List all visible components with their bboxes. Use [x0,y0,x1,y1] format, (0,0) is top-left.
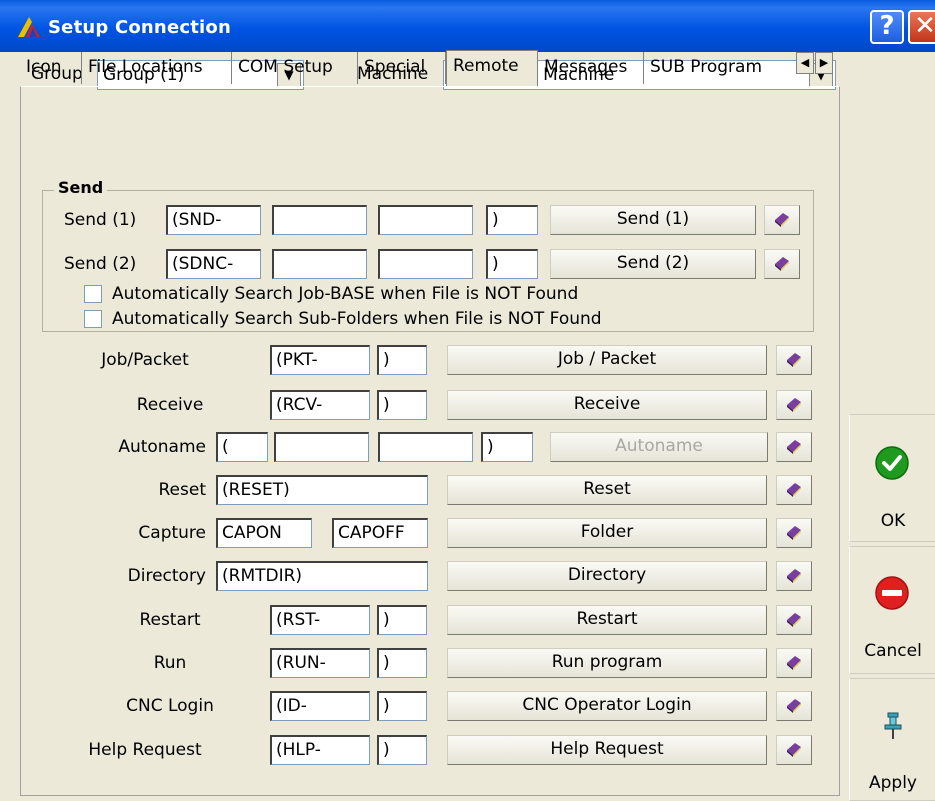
stop-icon [875,576,909,610]
book-icon[interactable] [776,605,812,635]
tab-special[interactable]: Special [358,52,446,84]
run-program-button[interactable]: Run program [447,648,767,678]
help-request-button[interactable]: Help Request [447,735,767,765]
send1-field-3[interactable] [378,205,473,235]
search-job-base-checkbox[interactable] [84,285,102,303]
receive-label: Receive [136,395,204,415]
ok-button[interactable]: OK [849,414,935,542]
book-icon[interactable] [776,432,812,462]
job-packet-field-2[interactable]: ) [377,345,427,375]
run-label: Run [153,653,187,673]
book-icon[interactable] [764,205,800,235]
restart-field-1[interactable]: (RST- [270,605,370,635]
tab-icon[interactable]: Icon [20,52,82,84]
directory-button[interactable]: Directory [447,561,767,591]
tab-file-locations[interactable]: File Locations [82,52,232,84]
capture-off-field[interactable]: CAPOFF [332,518,428,548]
cnc-operator-login-button[interactable]: CNC Operator Login [447,691,767,721]
window-title: Setup Connection [48,17,231,38]
book-icon[interactable] [776,648,812,678]
search-subfolders-checkbox[interactable] [84,310,102,328]
send1-field-2[interactable] [272,205,367,235]
restart-field-2[interactable]: ) [377,605,427,635]
directory-label: Directory [127,566,206,586]
pin-icon [884,712,902,739]
tab-scroll-left-icon[interactable]: ◀ [796,52,814,74]
help-request-field-2[interactable]: ) [377,735,427,765]
job-packet-button[interactable]: Job / Packet [447,345,767,375]
autoname-field-4[interactable]: ) [481,432,533,462]
help-request-label: Help Request [88,740,202,760]
autoname-field-2[interactable] [274,432,369,462]
cancel-button[interactable]: Cancel [849,546,935,674]
close-button[interactable]: ✕ [908,10,935,44]
tab-com-setup[interactable]: COM Setup [232,52,358,84]
book-icon[interactable] [776,345,812,375]
tab-messages[interactable]: Messages [538,52,644,84]
help-request-field-1[interactable]: (HLP- [270,735,370,765]
capture-label: Capture [138,523,206,543]
send2-field-4[interactable]: ) [486,249,538,279]
capture-on-field[interactable]: CAPON [216,518,312,548]
run-field-2[interactable]: ) [377,648,427,678]
receive-button[interactable]: Receive [447,390,767,420]
apply-button[interactable]: Apply [849,678,935,801]
book-icon[interactable] [764,249,800,279]
send2-field-1[interactable]: (SDNC- [166,249,261,279]
book-icon[interactable] [776,390,812,420]
send2-field-3[interactable] [378,249,473,279]
book-icon[interactable] [776,691,812,721]
directory-field[interactable]: (RMTDIR) [216,561,428,591]
send-group-title: Send [54,178,108,197]
book-icon[interactable] [776,735,812,765]
tab-remote[interactable]: Remote [446,50,538,86]
restart-button[interactable]: Restart [447,605,767,635]
send1-field-1[interactable]: (SND- [166,205,261,235]
title-bar[interactable]: Setup Connection ? ✕ [0,0,935,52]
book-icon[interactable] [776,518,812,548]
help-button[interactable]: ? [870,10,904,44]
receive-field-2[interactable]: ) [377,390,427,420]
book-icon[interactable] [776,475,812,505]
reset-label: Reset [158,480,207,500]
tab-sub-program[interactable]: SUB Program [644,52,774,84]
receive-field-1[interactable]: (RCV- [270,390,370,420]
folder-button[interactable]: Folder [447,518,767,548]
cnc-login-field-1[interactable]: (ID- [270,691,370,721]
send1-button[interactable]: Send (1) [550,205,756,235]
app-logo-icon [18,17,40,37]
search-job-base-label: Automatically Search Job-BASE when File … [112,284,579,304]
autoname-button[interactable]: Autoname [550,432,768,462]
job-packet-label: Job/Packet [101,350,189,370]
send2-button[interactable]: Send (2) [550,249,756,279]
run-field-1[interactable]: (RUN- [270,648,370,678]
restart-label: Restart [139,610,201,630]
cnc-login-field-2[interactable]: ) [377,691,427,721]
tab-scroll-right-icon[interactable]: ▶ [815,52,833,74]
search-subfolders-label: Automatically Search Sub-Folders when Fi… [112,309,602,329]
apply-label: Apply [869,773,917,793]
reset-field[interactable]: (RESET) [216,475,428,505]
send1-field-4[interactable]: ) [486,205,538,235]
cancel-label: Cancel [864,641,922,661]
autoname-field-3[interactable] [378,432,473,462]
checkmark-icon [875,446,909,480]
cnc-login-label: CNC Login [126,696,214,716]
send2-label: Send (2) [64,254,137,274]
autoname-field-1[interactable]: ( [216,432,268,462]
send1-label: Send (1) [64,210,137,230]
send2-field-2[interactable] [272,249,367,279]
reset-button[interactable]: Reset [447,475,767,505]
ok-label: OK [880,511,906,531]
autoname-label: Autoname [118,437,206,457]
job-packet-field-1[interactable]: (PKT- [270,345,370,375]
book-icon[interactable] [776,561,812,591]
